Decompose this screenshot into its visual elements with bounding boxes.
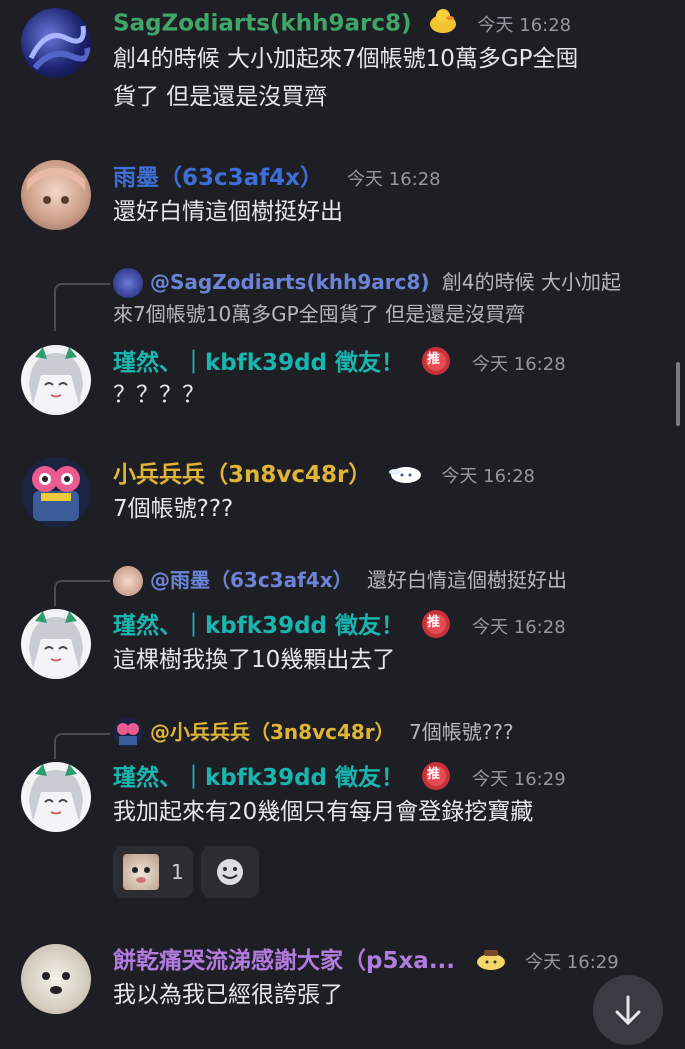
message-timestamp: 今天 16:28 [472, 354, 566, 375]
avatar-sagzodiarts[interactable] [21, 8, 91, 78]
anime-girl-avatar-icon [29, 611, 83, 669]
dragon-avatar-icon [28, 25, 91, 70]
message-timestamp: 今天 16:28 [441, 466, 535, 487]
reply-preview[interactable]: @小兵兵兵（3n8vc48r） 7個帳號??? [150, 717, 514, 747]
author-name[interactable]: 雨墨（63c3af4x） 今天 16:28 [113, 158, 441, 192]
avatar-yumo[interactable] [21, 160, 91, 230]
message-timestamp: 今天 16:28 [472, 617, 566, 638]
arrow-down-icon [615, 995, 641, 1026]
cinnamoroll-icon [389, 462, 423, 490]
message-timestamp: 今天 16:29 [525, 952, 619, 973]
message-timestamp: 今天 16:28 [347, 169, 441, 190]
reply-avatar [113, 566, 143, 596]
reply-avatar [113, 268, 143, 298]
reply-connector [54, 283, 110, 331]
reaction-button[interactable]: 1 [113, 846, 193, 898]
doll-avatar-icon [27, 167, 85, 204]
message-content: 我以為我已經很誇張了 [113, 982, 343, 1008]
message-content: 還好白情這個樹挺好出 [113, 199, 343, 225]
author-name[interactable]: SagZodiarts(khh9arc8) 今天 16:28 [113, 8, 571, 40]
scrollbar-thumb[interactable] [676, 362, 680, 426]
smiley-add-icon [217, 859, 243, 885]
message-content: 創4的時候 大小加起來7個帳號10萬多GP全囤 貨了 但是還是沒買齊 [113, 46, 579, 110]
push-badge-icon: 推 [420, 760, 452, 798]
author-name[interactable]: 餅乾痛哭流涕感謝大家（p5xa... 今天 16:29 [113, 941, 619, 977]
message-content: 這棵樹我換了10幾顆出去了 [113, 647, 396, 673]
push-badge-icon: 推 [420, 608, 452, 646]
reply-connector [54, 580, 110, 606]
reply-preview[interactable]: @SagZodiarts(khh9arc8) 創4的時候 大小加起 [150, 267, 621, 297]
message-timestamp: 今天 16:28 [477, 14, 572, 36]
reply-preview[interactable]: @雨墨（63c3af4x） 還好白情這個樹挺好出 [150, 565, 567, 595]
anime-girl-avatar-icon [29, 347, 83, 405]
reply-avatar [113, 718, 143, 748]
avatar-binggan[interactable] [21, 944, 91, 1014]
author-name[interactable]: 瑾然、｜kbfk39dd 徵友！ 推 今天 16:29 [113, 758, 566, 798]
message-content: ？？？？ [113, 382, 205, 408]
reply-preview-line2: 來7個帳號10萬多GP全囤貨了 但是還是沒買齊 [113, 302, 526, 326]
add-reaction-button[interactable] [201, 846, 259, 898]
avatar-jinran[interactable] [21, 762, 91, 832]
avatar-xiaobing[interactable] [21, 457, 91, 527]
cat-emoji-icon [123, 854, 159, 890]
push-badge-icon: 推 [420, 345, 452, 383]
duck-emoji-icon [428, 8, 458, 40]
message-content: 7個帳號??? [113, 496, 234, 522]
message-content: 我加起來有20幾個只有每月會登錄挖寶藏 [113, 799, 534, 825]
jump-to-bottom-button[interactable] [593, 975, 663, 1045]
avatar-jinran[interactable] [21, 345, 91, 415]
author-name[interactable]: 小兵兵兵（3n8vc48r） 今天 16:28 [113, 455, 535, 490]
pompompurin-icon [475, 947, 507, 977]
message-timestamp: 今天 16:29 [472, 769, 566, 790]
minion-avatar-icon [32, 466, 80, 521]
reply-connector [54, 733, 110, 759]
dog-avatar-icon [42, 972, 70, 994]
reaction-count: 1 [171, 860, 184, 884]
author-name[interactable]: 瑾然、｜kbfk39dd 徵友！ 推 今天 16:28 [113, 606, 566, 646]
avatar-jinran[interactable] [21, 609, 91, 679]
anime-girl-avatar-icon [29, 764, 83, 822]
